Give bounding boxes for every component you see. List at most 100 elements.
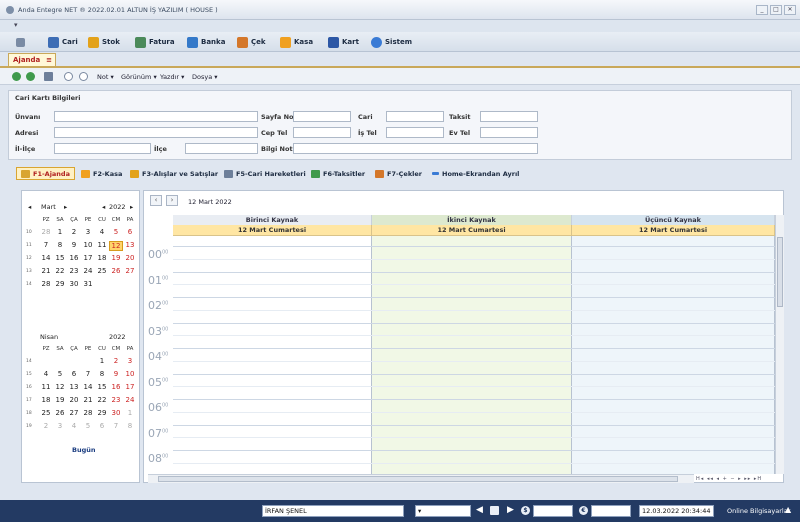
euro-icon[interactable]: €: [579, 506, 588, 515]
close-button[interactable]: ✕: [784, 5, 796, 15]
month-next-button[interactable]: ▸: [64, 203, 67, 211]
calendar-day[interactable]: 28: [81, 409, 95, 417]
calendar-day[interactable]: 1: [95, 357, 109, 365]
calendar-day[interactable]: 19: [53, 396, 67, 404]
calendar-day[interactable]: 14: [81, 383, 95, 391]
calendar-day[interactable]: 4: [67, 422, 81, 430]
ev-tel-input[interactable]: [480, 127, 538, 138]
calendar-day[interactable]: 29: [95, 409, 109, 417]
calendar-day[interactable]: 5: [81, 422, 95, 430]
calendar-day[interactable]: 20: [67, 396, 81, 404]
calendar-day[interactable]: 8: [53, 241, 67, 249]
calendar-day[interactable]: 19: [109, 254, 123, 262]
calendar-day[interactable]: 28: [39, 228, 53, 236]
calendar-day[interactable]: 7: [39, 241, 53, 249]
yazdir-menu[interactable]: Yazdır ▾: [160, 73, 184, 81]
calendar-day[interactable]: 4: [39, 370, 53, 378]
calendar-day[interactable]: 1: [123, 409, 137, 417]
home-icon[interactable]: [16, 35, 25, 49]
is-tel-input[interactable]: [386, 127, 444, 138]
calendar-day[interactable]: 10: [81, 241, 95, 249]
calendar-day[interactable]: 11: [95, 241, 109, 249]
dosya-menu[interactable]: Dosya ▾: [192, 73, 218, 81]
calendar-day[interactable]: 12: [53, 383, 67, 391]
menu-banka[interactable]: Banka: [187, 35, 225, 49]
year-prev-button[interactable]: ◂: [102, 203, 105, 211]
calendar-day[interactable]: 24: [123, 396, 137, 404]
tab-f7-cekler[interactable]: F7-Çekler: [375, 167, 422, 180]
calendar-day[interactable]: 29: [53, 280, 67, 288]
calendar-day[interactable]: 6: [67, 370, 81, 378]
tab-f3-alislar-satislar[interactable]: F3-Alışlar ve Satışlar: [130, 167, 218, 180]
menu-sistem[interactable]: Sistem: [371, 35, 412, 49]
bilgi-notu-input[interactable]: [293, 143, 538, 154]
cep-tel-input[interactable]: [293, 127, 351, 138]
calendar-day[interactable]: 30: [67, 280, 81, 288]
calendar-day[interactable]: 7: [81, 370, 95, 378]
zoom-out-icon[interactable]: [79, 72, 88, 81]
menu-cari[interactable]: Cari: [48, 35, 78, 49]
calendar-day[interactable]: 13: [123, 241, 137, 249]
calendar-day[interactable]: 5: [109, 228, 123, 236]
dollar-icon[interactable]: $: [521, 506, 530, 515]
calendar-day[interactable]: 2: [109, 357, 123, 365]
zoom-in-icon[interactable]: [64, 72, 73, 81]
calendar-day[interactable]: 6: [123, 228, 137, 236]
gorunum-menu[interactable]: Görünüm ▾: [121, 73, 157, 81]
menu-stok[interactable]: Stok: [88, 35, 120, 49]
calendar-day[interactable]: 25: [95, 267, 109, 275]
calendar-day[interactable]: 13: [67, 383, 81, 391]
horizontal-scrollbar[interactable]: [148, 474, 694, 483]
calendar-day[interactable]: 16: [67, 254, 81, 262]
tab-ajanda[interactable]: Ajanda ≡: [8, 53, 56, 66]
menu-fatura[interactable]: Fatura: [135, 35, 175, 49]
tab-menu-icon[interactable]: ≡: [46, 54, 52, 66]
calendar-day[interactable]: 22: [53, 267, 67, 275]
calendar-day[interactable]: 6: [95, 422, 109, 430]
prev-day-button[interactable]: ‹: [150, 195, 162, 206]
not-menu[interactable]: Not ▾: [97, 73, 114, 81]
tab-f2-kasa[interactable]: F2-Kasa: [81, 167, 122, 180]
calendar-day[interactable]: 16: [109, 383, 123, 391]
calendar-day[interactable]: 28: [39, 280, 53, 288]
adresi-input[interactable]: [54, 127, 258, 138]
calendar-day[interactable]: 30: [109, 409, 123, 417]
calendar-day[interactable]: 18: [95, 254, 109, 262]
forward-icon[interactable]: [26, 72, 35, 81]
calendar-day[interactable]: 27: [67, 409, 81, 417]
calendar-day[interactable]: 18: [39, 396, 53, 404]
calendar-day[interactable]: 11: [39, 383, 53, 391]
calendar-day[interactable]: 9: [109, 370, 123, 378]
calendar-day[interactable]: 3: [81, 228, 95, 236]
calendar-day[interactable]: 3: [53, 422, 67, 430]
calendar-day[interactable]: 27: [123, 267, 137, 275]
next-arrow-icon[interactable]: ▶: [507, 505, 514, 515]
next-day-button[interactable]: ›: [166, 195, 178, 206]
calendar-day[interactable]: 7: [109, 422, 123, 430]
calendar-day[interactable]: 24: [81, 267, 95, 275]
select-field[interactable]: ▾: [415, 505, 471, 517]
sayfa-no-input[interactable]: [293, 111, 351, 122]
hscroll-thumb[interactable]: [158, 476, 678, 482]
calendar-day[interactable]: 26: [53, 409, 67, 417]
today-button[interactable]: Bugün: [72, 446, 96, 454]
calendar-day[interactable]: 12: [109, 241, 123, 251]
calendar-day[interactable]: 17: [123, 383, 137, 391]
calendar-day[interactable]: 23: [67, 267, 81, 275]
calendar-day[interactable]: 25: [39, 409, 53, 417]
calendar-day[interactable]: 3: [123, 357, 137, 365]
tab-f5-cari-hareketleri[interactable]: F5-Cari Hareketleri: [224, 167, 306, 180]
menu-kart[interactable]: Kart: [328, 35, 359, 49]
calendar-day[interactable]: 1: [53, 228, 67, 236]
prev-arrow-icon[interactable]: ◀: [476, 505, 483, 515]
calendar-day[interactable]: 10: [123, 370, 137, 378]
calendar-day[interactable]: 23: [109, 396, 123, 404]
calendar-day[interactable]: 15: [53, 254, 67, 262]
vscroll-thumb[interactable]: [777, 237, 783, 307]
minimize-button[interactable]: _: [756, 5, 768, 15]
resource-pager[interactable]: H◂ ◂◂ ◂ + − ▸ ▸▸ ▸H: [696, 476, 762, 482]
ilce-input[interactable]: [185, 143, 258, 154]
tab-home-exit[interactable]: Home-Ekrandan Ayrıl: [432, 167, 519, 180]
online-computers-icon[interactable]: ▲: [785, 505, 791, 514]
menu-cek[interactable]: Çek: [237, 35, 266, 49]
